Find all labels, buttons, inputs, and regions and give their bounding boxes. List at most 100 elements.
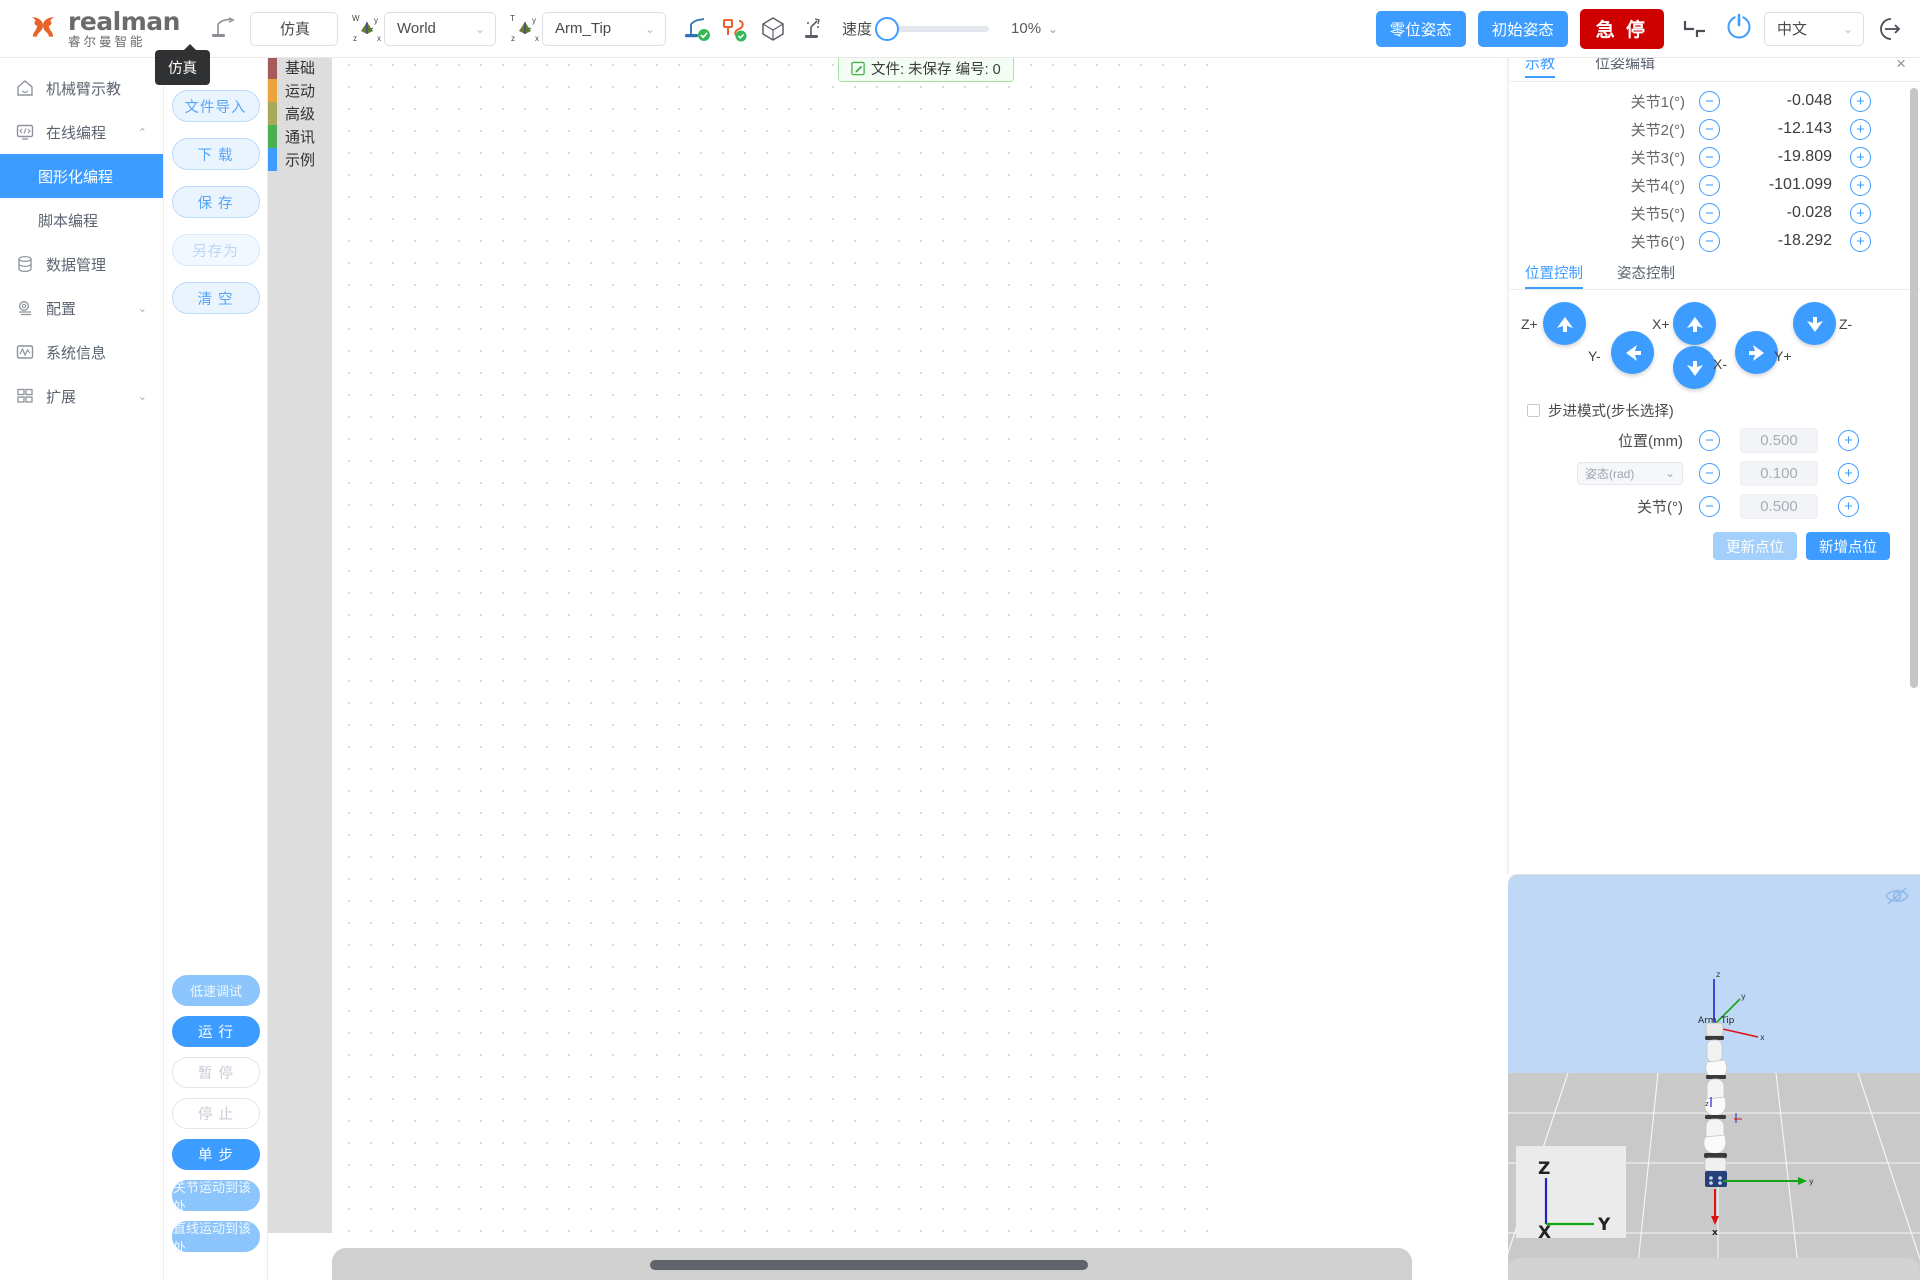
sidebar-label-data-management: 数据管理	[46, 256, 107, 274]
joint-row: 关节5(°) − -0.028 +	[1509, 200, 1920, 226]
jog-z-minus-button[interactable]	[1793, 302, 1836, 345]
joint-decrement-button[interactable]: −	[1699, 230, 1720, 252]
joint-decrement-button[interactable]: −	[1699, 174, 1720, 196]
step-mode-checkbox[interactable]	[1527, 404, 1540, 417]
zero-pose-button[interactable]: 零位姿态	[1375, 10, 1466, 47]
svg-text:y: y	[1809, 1177, 1814, 1186]
joint-increment-button[interactable]: +	[1850, 230, 1871, 252]
joint-reset-icon[interactable]	[1678, 12, 1712, 46]
simulation-icon[interactable]	[206, 12, 240, 46]
speed-slider-knob[interactable]	[875, 16, 900, 41]
download-button[interactable]: 下 载	[171, 138, 260, 170]
sidebar-item-data-management[interactable]: 数据管理	[0, 242, 163, 286]
sidebar-item-configuration[interactable]: 配置 ⌄	[0, 286, 163, 330]
import-file-button[interactable]: 文件导入	[171, 90, 260, 122]
joint-move-here-button[interactable]: 关节运动到该处	[172, 1180, 260, 1214]
position-step-increment-button[interactable]: +	[1838, 429, 1859, 451]
sidebar-item-teach[interactable]: 机械臂示教	[0, 66, 163, 110]
joint-step-input[interactable]: 0.500	[1740, 493, 1818, 519]
jog-y-minus-button[interactable]	[1611, 331, 1654, 374]
tool-frame-select[interactable]: Arm_Tip ⌄	[542, 11, 666, 46]
sidebar-item-extensions[interactable]: 扩展 ⌄	[0, 374, 163, 418]
canvas-horizontal-scrollbar[interactable]	[650, 1260, 1088, 1270]
cube-view-icon[interactable]	[756, 12, 790, 46]
joint-increment-button[interactable]: +	[1850, 118, 1871, 140]
joint-step-increment-button[interactable]: +	[1838, 495, 1859, 517]
joint-decrement-button[interactable]: −	[1699, 118, 1720, 140]
joint-increment-button[interactable]: +	[1850, 202, 1871, 224]
joint-value: -0.048	[1786, 92, 1832, 109]
position-step-decrement-button[interactable]: −	[1699, 429, 1720, 451]
toolbox-category-communication[interactable]: 通讯	[268, 125, 332, 148]
toolbox-category-basic[interactable]: 基础	[268, 56, 332, 79]
sidebar-item-system-info[interactable]: 系统信息	[0, 330, 163, 374]
joint-label: 关节6(°)	[1630, 233, 1685, 251]
stop-button[interactable]: 停 止	[172, 1098, 260, 1129]
speed-value-dropdown[interactable]: 10% ⌄	[1011, 20, 1058, 37]
arrow-down-icon	[1686, 360, 1703, 376]
jog-x-minus-button[interactable]	[1673, 346, 1716, 389]
joint-decrement-button[interactable]: −	[1699, 202, 1720, 224]
update-point-button[interactable]: 更新点位	[1713, 532, 1797, 560]
attitude-step-increment-button[interactable]: +	[1838, 462, 1859, 484]
dpad-label-zplus: Z+	[1521, 316, 1538, 332]
position-step-input[interactable]: 0.500	[1740, 427, 1818, 453]
add-point-button[interactable]: 新增点位	[1806, 532, 1890, 560]
world-frame-value: World	[397, 20, 436, 37]
emergency-stop-button[interactable]: 急 停	[1579, 8, 1664, 49]
attitude-unit-select[interactable]: 姿态(rad) ⌄	[1577, 461, 1683, 485]
arrow-right-icon	[1748, 344, 1764, 361]
logout-icon[interactable]	[1872, 12, 1906, 46]
brand-name-en: realman	[68, 6, 180, 36]
toolbox-category-motion[interactable]: 运动	[268, 79, 332, 102]
power-button[interactable]	[1724, 11, 1754, 46]
sidebar-item-script-programming[interactable]: 脚本编程	[0, 198, 163, 242]
world-frame-select[interactable]: World ⌄	[384, 11, 496, 46]
joint-value: -18.292	[1777, 232, 1832, 249]
tab-attitude-control[interactable]: 姿态控制	[1617, 262, 1675, 288]
jog-x-plus-button[interactable]	[1673, 302, 1716, 345]
pause-button[interactable]: 暂 停	[172, 1057, 260, 1088]
low-speed-debug-button[interactable]: 低速调试	[172, 975, 260, 1006]
step-mode-row: 步进模式(步长选择)	[1509, 400, 1920, 421]
joint-step-decrement-button[interactable]: −	[1699, 495, 1720, 517]
linear-move-here-button[interactable]: 直线运动到该处	[172, 1221, 260, 1255]
jog-y-plus-button[interactable]	[1735, 331, 1778, 374]
teach-panel-scrollbar[interactable]	[1910, 88, 1918, 688]
tab-position-control[interactable]: 位置控制	[1525, 262, 1583, 289]
joint-decrement-button[interactable]: −	[1699, 90, 1720, 112]
joint-decrement-button[interactable]: −	[1699, 146, 1720, 168]
joint-increment-button[interactable]: +	[1850, 174, 1871, 196]
robot-connect-icon[interactable]	[680, 12, 714, 46]
save-button[interactable]: 保 存	[171, 186, 260, 218]
sidebar-item-online-programming[interactable]: 在线编程 ⌃	[0, 110, 163, 154]
blockly-canvas[interactable]: 文件: 未保存 编号: 0	[332, 48, 1208, 1233]
clear-button[interactable]: 清 空	[171, 282, 260, 314]
gear-icon	[14, 297, 36, 319]
sidebar-item-graphical-programming[interactable]: 图形化编程	[0, 154, 163, 198]
jog-z-plus-button[interactable]	[1543, 302, 1586, 345]
joint-increment-button[interactable]: +	[1850, 146, 1871, 168]
single-step-button[interactable]: 单 步	[172, 1139, 260, 1170]
language-select[interactable]: 中文 ⌄	[1764, 11, 1864, 46]
attitude-step-input[interactable]: 0.100	[1740, 460, 1818, 486]
toolbox-category-advanced[interactable]: 高级	[268, 102, 332, 125]
viewport-bottom-bar	[1508, 1258, 1920, 1280]
attitude-step-decrement-button[interactable]: −	[1699, 462, 1720, 484]
toolbox-category-example[interactable]: 示例	[268, 148, 332, 171]
init-pose-button[interactable]: 初始姿态	[1477, 10, 1568, 47]
speed-slider[interactable]	[875, 16, 990, 41]
save-as-button[interactable]: 另存为	[171, 234, 260, 266]
category-label: 高级	[285, 106, 316, 123]
sim-mode-button[interactable]: 仿真	[250, 11, 338, 46]
run-button[interactable]: 运 行	[172, 1016, 260, 1047]
joint-increment-button[interactable]: +	[1850, 90, 1871, 112]
home-icon	[14, 77, 36, 99]
robot-3d-viewport[interactable]: z y x Arm_Tip z y x Z Y X	[1508, 874, 1920, 1280]
control-mode-tabs: 位置控制 姿态控制	[1509, 260, 1920, 290]
file-status-text: 文件: 未保存 编号: 0	[871, 61, 1001, 78]
top-toolbar: realman 睿尔曼智能 仿真 W y z x World ⌄ T y z x…	[0, 0, 1920, 58]
io-link-icon[interactable]	[718, 12, 752, 46]
category-swatch	[268, 148, 277, 171]
teach-point-icon[interactable]	[794, 12, 828, 46]
